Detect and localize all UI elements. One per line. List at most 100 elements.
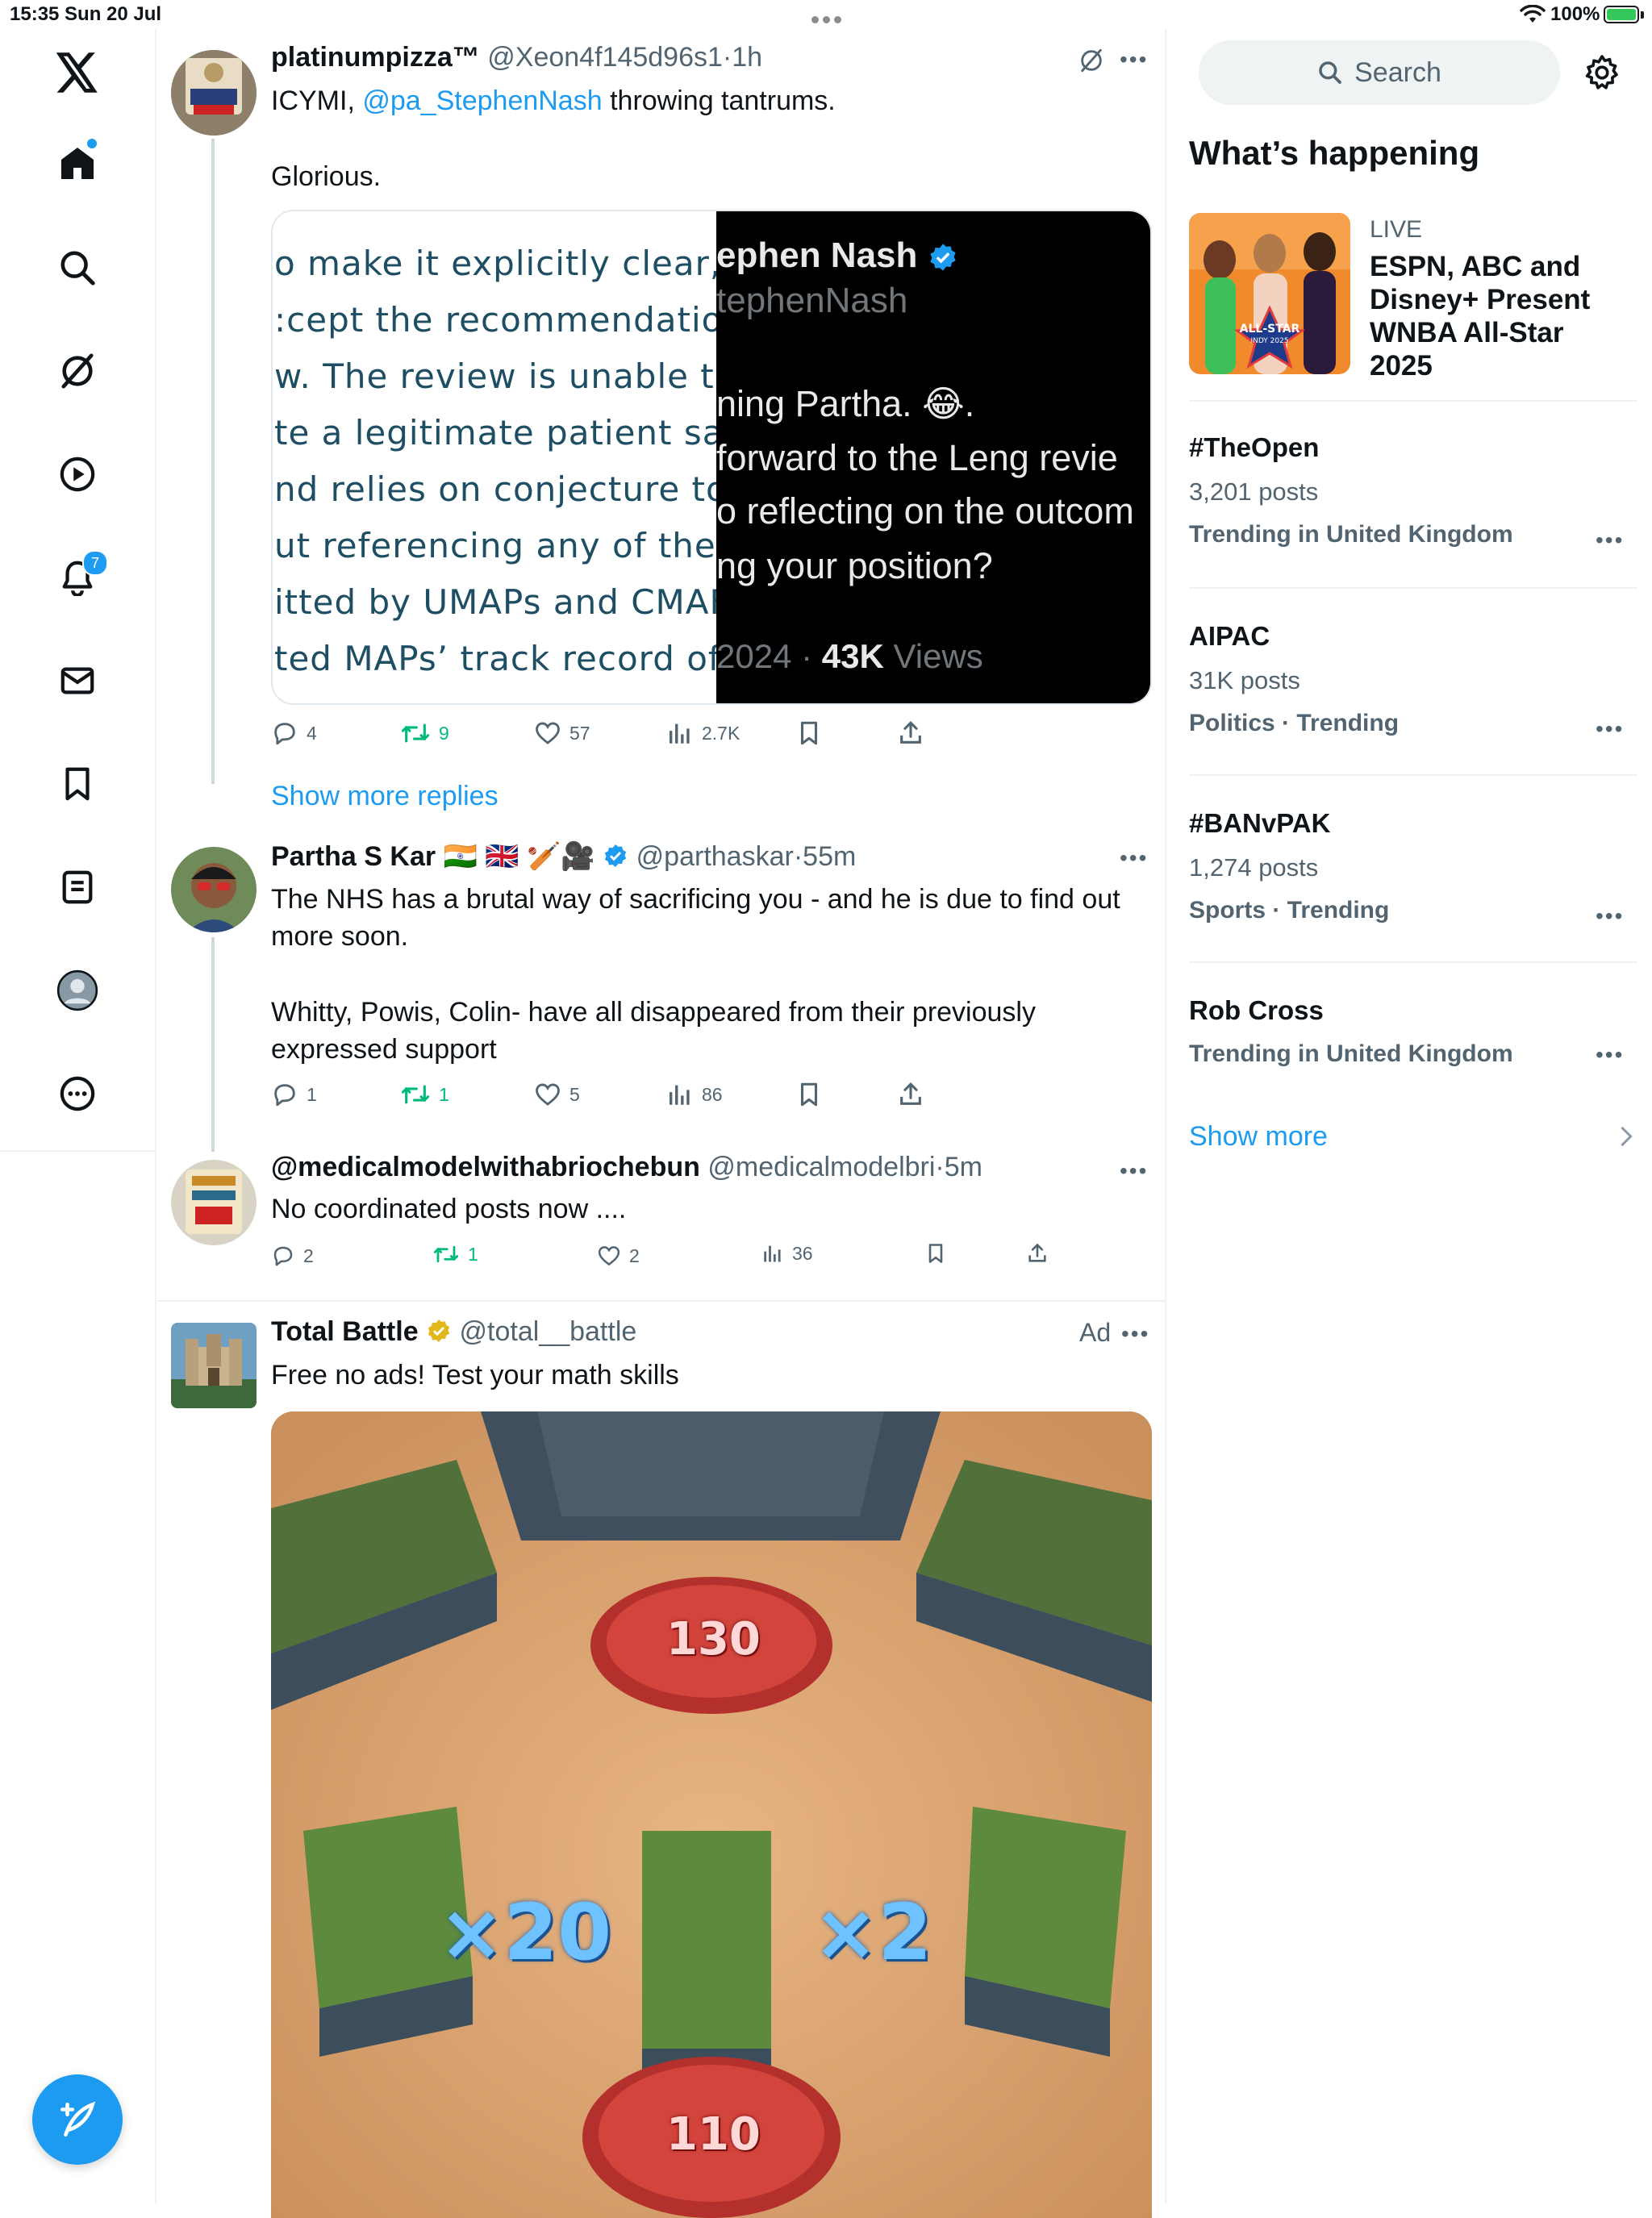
- post3-more-icon[interactable]: •••: [1120, 1158, 1148, 1184]
- trend-item-banvpak[interactable]: #BANvPAK 1,274 posts Sports · Trending •…: [1189, 808, 1637, 953]
- trend-more-icon[interactable]: •••: [1596, 903, 1624, 929]
- post4-author-name[interactable]: Total Battle: [271, 1316, 419, 1347]
- home-icon[interactable]: [39, 124, 116, 202]
- embed-footer: 2024 · 43K Views: [716, 637, 983, 676]
- trend-meta: Politics · Trending: [1189, 710, 1400, 736]
- post1-avatar[interactable]: [171, 50, 257, 135]
- ad-image-multiplier-left: ×20: [439, 1887, 612, 1978]
- multitasking-dots-icon[interactable]: [811, 6, 847, 29]
- share-icon: [900, 721, 921, 744]
- explore-search-icon[interactable]: [39, 229, 116, 306]
- grok-icon[interactable]: [39, 332, 116, 410]
- bookmark-icon: [928, 1244, 943, 1263]
- post1-views-button[interactable]: 2.7K: [666, 719, 740, 747]
- post2-bookmark-button[interactable]: [795, 1081, 823, 1108]
- embed-author-name: ephen Nash: [716, 236, 918, 275]
- post1-like-count: 57: [569, 722, 590, 744]
- profile-avatar-icon[interactable]: [39, 952, 116, 1029]
- wifi-icon: [1520, 5, 1546, 24]
- lists-icon[interactable]: [39, 848, 116, 926]
- post1-header: platinumpizza™ @Xeon4f145d96s1·1h: [271, 42, 762, 73]
- post3-like-button[interactable]: 2: [597, 1244, 640, 1268]
- post2-share-button[interactable]: [897, 1081, 924, 1108]
- post3-handle[interactable]: @medicalmodelbri: [707, 1152, 935, 1182]
- heart-icon: [598, 1246, 620, 1266]
- post2-handle[interactable]: @parthaskar: [636, 841, 794, 872]
- post3-share-button[interactable]: [1026, 1242, 1049, 1265]
- post3-avatar[interactable]: [171, 1160, 257, 1245]
- post1-handle[interactable]: @Xeon4f145d96s1: [487, 42, 723, 73]
- bookmark-icon: [800, 721, 818, 745]
- post1-share-button[interactable]: [897, 719, 924, 747]
- embed-tweet-line: ng your position?: [716, 545, 993, 586]
- post1-text: ICYMI, @pa_StephenNash throwing tantrums…: [271, 82, 1150, 119]
- show-more-replies-link[interactable]: Show more replies: [271, 781, 499, 812]
- ad-image-bottom-number: 110: [666, 2108, 761, 2161]
- post2-more-icon[interactable]: •••: [1120, 845, 1148, 871]
- post1-bookmark-button[interactable]: [795, 719, 823, 747]
- post3-views-button[interactable]: 36: [761, 1242, 813, 1265]
- embed-left-line: itted by UMAPs and CMAF: [274, 582, 716, 622]
- trend-more-icon[interactable]: •••: [1596, 716, 1624, 742]
- post2-reply-button[interactable]: 1: [271, 1081, 317, 1108]
- embed-verified-icon: [929, 244, 956, 271]
- live-event-title[interactable]: ESPN, ABC and Disney+ Present WNBA All-S…: [1370, 250, 1620, 382]
- post4-avatar[interactable]: [171, 1323, 257, 1408]
- more-options-icon[interactable]: [39, 1055, 116, 1132]
- post2-views-button[interactable]: 86: [666, 1081, 723, 1108]
- video-play-icon[interactable]: [39, 436, 116, 513]
- messages-envelope-icon[interactable]: [39, 642, 116, 719]
- post3-separator: ·: [935, 1152, 945, 1182]
- post3-bookmark-button[interactable]: [924, 1242, 947, 1265]
- bookmarks-icon[interactable]: [39, 745, 116, 823]
- post1-more-icon[interactable]: •••: [1120, 47, 1148, 73]
- post3-views-count: 36: [792, 1242, 813, 1264]
- thread-connector: [211, 937, 215, 1152]
- trend-more-icon[interactable]: •••: [1596, 527, 1624, 553]
- post4-more-icon[interactable]: •••: [1121, 1321, 1149, 1347]
- post4-handle[interactable]: @total__battle: [460, 1316, 637, 1347]
- post2-repost-button[interactable]: 1: [400, 1081, 449, 1108]
- post2-author-name[interactable]: Partha S Kar 🇮🇳 🇬🇧 🏏🎥: [271, 841, 595, 872]
- trend-more-icon[interactable]: •••: [1596, 1042, 1624, 1068]
- nav-bottom-divider: [0, 1150, 156, 1152]
- post2-avatar[interactable]: [171, 847, 257, 932]
- whats-happening-title: What’s happening: [1189, 134, 1480, 172]
- post2-views-count: 86: [702, 1083, 723, 1105]
- search-input[interactable]: Search: [1199, 40, 1560, 105]
- post1-like-button[interactable]: 57: [534, 719, 590, 747]
- notifications-badge: 7: [82, 550, 108, 576]
- post3-author-name[interactable]: @medicalmodelwithabriochebun: [271, 1152, 700, 1182]
- post3-text: No coordinated posts now ....: [271, 1194, 627, 1224]
- live-event-thumbnail[interactable]: ALL-STAR INDY 2025: [1189, 213, 1350, 374]
- trend-item-rob-cross[interactable]: Rob Cross Trending in United Kingdom •••: [1189, 995, 1637, 1092]
- post1-author-name[interactable]: platinumpizza™: [271, 42, 480, 73]
- post3-reply-button[interactable]: 2: [271, 1244, 314, 1268]
- settings-gear-icon[interactable]: [1583, 53, 1621, 92]
- post2-reply-count: 1: [307, 1083, 317, 1105]
- embed-left-line: nd relies on conjecture to: [274, 469, 716, 509]
- notifications-bell-icon[interactable]: 7: [39, 539, 116, 616]
- post1-mention-link[interactable]: @pa_StephenNash: [362, 85, 602, 116]
- trend-item-theopen[interactable]: #TheOpen 3,201 posts Trending in United …: [1189, 432, 1637, 577]
- post1-reply-button[interactable]: 4: [271, 719, 317, 747]
- embed-tweet-line: ning Partha. 😂.: [716, 383, 975, 424]
- trend-item-aipac[interactable]: AIPAC 31K posts Politics · Trending •••: [1189, 621, 1637, 766]
- post3-time[interactable]: 5m: [945, 1152, 982, 1182]
- x-logo-icon[interactable]: [39, 34, 116, 111]
- grok-explain-icon[interactable]: [1078, 47, 1105, 74]
- thread-connector: [211, 139, 215, 784]
- compose-post-button[interactable]: [32, 2074, 123, 2165]
- post3-repost-button[interactable]: 1: [432, 1242, 478, 1266]
- post1-media-image[interactable]: o make it explicitly clear, :cept the re…: [271, 210, 1152, 705]
- post2-like-count: 5: [569, 1083, 580, 1105]
- post1-repost-button[interactable]: 9: [400, 719, 449, 747]
- show-more-trends-link[interactable]: Show more: [1189, 1121, 1637, 1153]
- ad-video-image[interactable]: 130 ×20 ×2 110: [271, 1411, 1152, 2218]
- post2-like-button[interactable]: 5: [534, 1081, 580, 1108]
- post1-time[interactable]: 1h: [732, 42, 762, 73]
- post1-text-prefix: ICYMI,: [271, 85, 363, 116]
- embed-footer-views-count: 43K: [821, 637, 884, 675]
- search-icon: [1319, 61, 1341, 84]
- post2-time[interactable]: 55m: [803, 841, 856, 872]
